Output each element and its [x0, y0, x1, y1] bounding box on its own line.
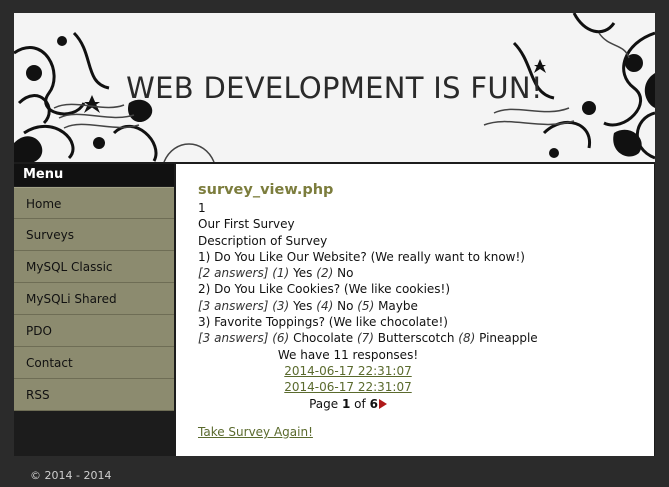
pager-current: 1 [341, 396, 351, 411]
answer-text: No [337, 266, 354, 281]
answers-count: [3 answers] [198, 298, 269, 313]
nav-item-mysqli-shared[interactable]: MySQLi Shared [14, 283, 174, 315]
answer-text: Butterscotch [377, 331, 455, 346]
answers-count: [3 answers] [198, 331, 269, 346]
footer-copyright: © 2014 - 2014 [30, 469, 112, 482]
menu-title: Menu [14, 164, 174, 186]
survey-title: Our First Survey [198, 217, 295, 232]
pager-total: 6 [369, 396, 378, 411]
main-content: survey_view.php 1 Our First Survey Descr… [176, 164, 654, 456]
sidebar-nav: Home Surveys MySQL Classic MySQLi Shared… [14, 187, 174, 411]
take-survey-again-link[interactable]: Take Survey Again! [198, 425, 313, 439]
nav-item-rss[interactable]: RSS [14, 379, 174, 411]
site-title: WEB DEVELOPMENT IS FUN! [126, 71, 543, 105]
response-link[interactable]: 2014-06-17 22:31:07 [284, 380, 411, 394]
answer-text: Yes [293, 266, 313, 281]
survey-id: 1 [198, 201, 206, 215]
page-frame: WEB DEVELOPMENT IS FUN! Menu Home Survey… [14, 13, 655, 456]
answer-text: Yes [293, 298, 313, 313]
nav-item-mysql-classic[interactable]: MySQL Classic [14, 251, 174, 283]
survey-description: Description of Survey [198, 233, 328, 248]
page-heading: survey_view.php [198, 182, 334, 198]
answers-count: [2 answers] [198, 266, 269, 281]
answer-number: (7) [356, 331, 374, 346]
pager: Page 1 of 6 [309, 396, 387, 412]
nav-item-surveys[interactable]: Surveys [14, 219, 174, 251]
answer-text: Pineapple [479, 331, 538, 346]
nav-item-pdo[interactable]: PDO [14, 315, 174, 347]
nav-item-contact[interactable]: Contact [14, 347, 174, 379]
header-banner: WEB DEVELOPMENT IS FUN! [14, 13, 655, 162]
answers-2: [3 answers] (3) Yes (4) No (5) Maybe [198, 298, 654, 314]
answer-number: (1) [272, 266, 290, 281]
answers-1: [2 answers] (1) Yes (2) No [198, 265, 654, 281]
next-page-arrow-icon[interactable] [378, 399, 387, 410]
question-1: 1) Do You Like Our Website? (We really w… [198, 249, 525, 264]
answer-number: (2) [316, 266, 334, 281]
answer-number: (8) [458, 331, 476, 346]
answer-text: No [337, 298, 354, 313]
nav-item-home[interactable]: Home [14, 187, 174, 219]
answer-number: (3) [272, 298, 290, 313]
answers-3: [3 answers] (6) Chocolate (7) Butterscot… [198, 330, 654, 346]
answer-number: (4) [316, 298, 334, 313]
question-2: 2) Do You Like Cookies? (We like cookies… [198, 282, 451, 297]
pager-of: of [354, 396, 366, 411]
answer-text: Maybe [378, 298, 418, 313]
responses-count: We have 11 responses! [277, 347, 419, 362]
answer-number: (5) [357, 298, 375, 313]
answer-number: (6) [272, 331, 290, 346]
responses-block: We have 11 responses! 2014-06-17 22:31:0… [198, 347, 498, 412]
pager-prefix: Page [309, 396, 339, 411]
question-3: 3) Favorite Toppings? (We like chocolate… [198, 315, 448, 330]
answer-text: Chocolate [293, 331, 354, 346]
response-link[interactable]: 2014-06-17 22:31:07 [284, 364, 411, 378]
